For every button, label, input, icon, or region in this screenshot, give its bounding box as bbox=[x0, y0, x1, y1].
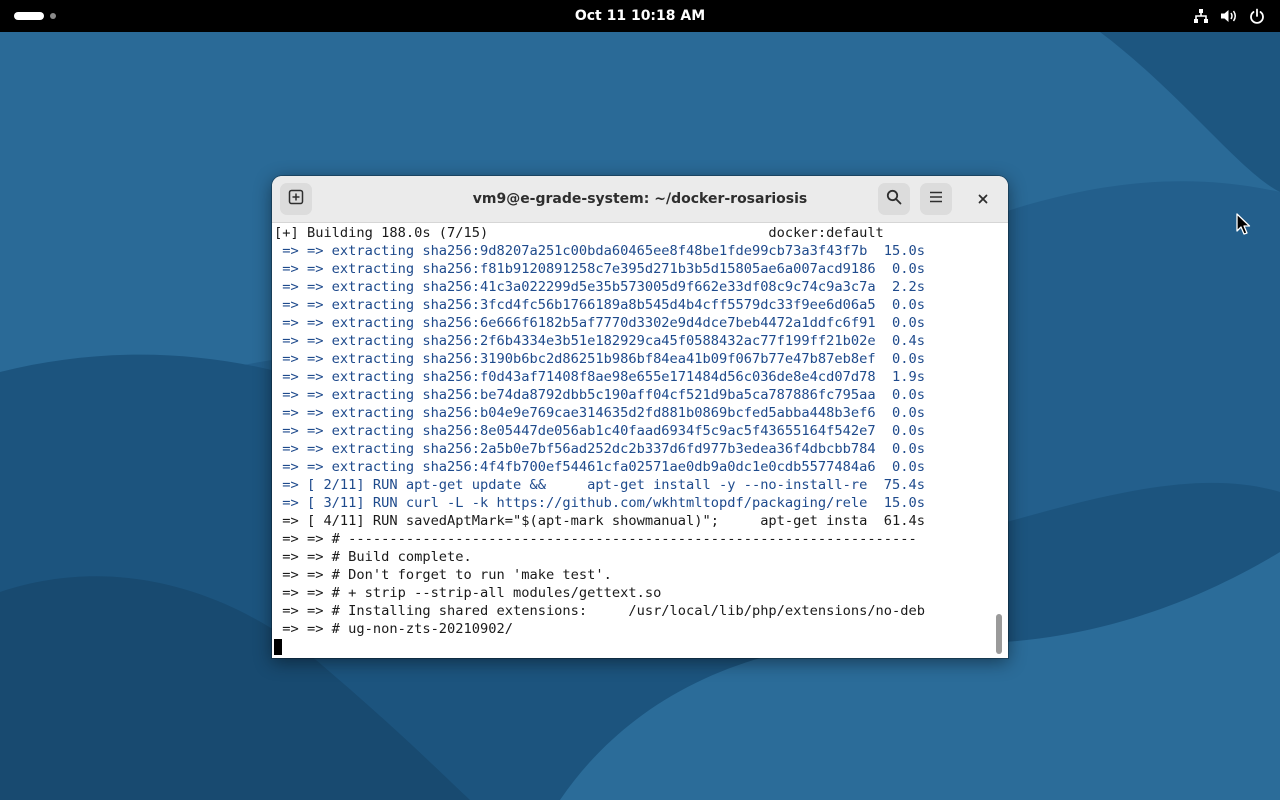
search-button[interactable] bbox=[878, 183, 910, 215]
terminal-line: => => extracting sha256:b04e9e769cae3146… bbox=[274, 405, 926, 421]
terminal-line: => => extracting sha256:be74da8792dbb5c1… bbox=[274, 387, 926, 403]
terminal-line: => => extracting sha256:4f4fb700ef54461c… bbox=[274, 459, 926, 475]
terminal-line: => => extracting sha256:3190b6bc2d86251b… bbox=[274, 351, 926, 367]
terminal-window: vm9@e-grade-system: ~/docker-rosariosis bbox=[272, 176, 1008, 658]
new-tab-icon bbox=[288, 189, 304, 209]
top-panel: Oct 11 10:18 AM bbox=[0, 0, 1280, 32]
terminal-line: => => extracting sha256:41c3a022299d5e35… bbox=[274, 279, 926, 295]
terminal-line: => => # Build complete. bbox=[274, 549, 472, 565]
terminal-line: => => extracting sha256:6e666f6182b5af77… bbox=[274, 315, 926, 331]
terminal-line: => => extracting sha256:9d8207a251c00bda… bbox=[274, 243, 926, 259]
search-icon bbox=[886, 189, 902, 209]
terminal-line: => [ 4/11] RUN savedAptMark="$(apt-mark … bbox=[274, 513, 926, 529]
workspace-indicator-active bbox=[14, 12, 44, 20]
clock-button[interactable]: Oct 11 10:18 AM bbox=[575, 8, 705, 24]
clock-area: Oct 11 10:18 AM bbox=[0, 0, 1280, 32]
terminal-line: => => extracting sha256:f81b9120891258c7… bbox=[274, 261, 926, 277]
mouse-pointer-icon bbox=[1236, 213, 1252, 241]
terminal-line: => => extracting sha256:f0d43af71408f8ae… bbox=[274, 369, 926, 385]
close-icon bbox=[977, 190, 989, 209]
system-tray[interactable] bbox=[1192, 7, 1266, 25]
hamburger-menu-icon bbox=[928, 189, 944, 209]
terminal-line: => [ 2/11] RUN apt-get update && apt-get… bbox=[274, 477, 926, 493]
activities-button[interactable] bbox=[14, 11, 56, 21]
terminal-line: => => extracting sha256:2a5b0e7bf56ad252… bbox=[274, 441, 926, 457]
terminal-line: => => # + strip --strip-all modules/gett… bbox=[274, 585, 662, 601]
window-titlebar[interactable]: vm9@e-grade-system: ~/docker-rosariosis bbox=[272, 176, 1008, 223]
terminal-line: => => extracting sha256:3fcd4fc56b176618… bbox=[274, 297, 926, 313]
terminal-line: => => extracting sha256:2f6b4334e3b51e18… bbox=[274, 333, 926, 349]
network-icon[interactable] bbox=[1192, 7, 1210, 25]
terminal-lines: [+] Building 188.0s (7/15) docker:defaul… bbox=[274, 224, 925, 638]
terminal-line: => => # Installing shared extensions: /u… bbox=[274, 603, 926, 619]
new-tab-button[interactable] bbox=[280, 183, 312, 215]
main-menu-button[interactable] bbox=[920, 183, 952, 215]
power-icon[interactable] bbox=[1248, 7, 1266, 25]
volume-icon[interactable] bbox=[1220, 7, 1238, 25]
terminal-output[interactable]: [+] Building 188.0s (7/15) docker:defaul… bbox=[272, 223, 1008, 658]
terminal-line: => [ 3/11] RUN curl -L -k https://github… bbox=[274, 495, 926, 511]
close-button[interactable] bbox=[969, 185, 997, 213]
terminal-cursor bbox=[274, 639, 282, 655]
terminal-line: => => # Don't forget to run 'make test'. bbox=[274, 567, 612, 583]
terminal-scrollbar[interactable] bbox=[996, 614, 1002, 654]
terminal-line: [+] Building 188.0s (7/15) docker:defaul… bbox=[274, 225, 884, 241]
terminal-line: => => # --------------------------------… bbox=[274, 531, 917, 547]
workspace-indicator-dot bbox=[50, 13, 56, 19]
terminal-line: => => extracting sha256:8e05447de056ab1c… bbox=[274, 423, 926, 439]
terminal-line: => => # ug-non-zts-20210902/ bbox=[274, 621, 513, 637]
